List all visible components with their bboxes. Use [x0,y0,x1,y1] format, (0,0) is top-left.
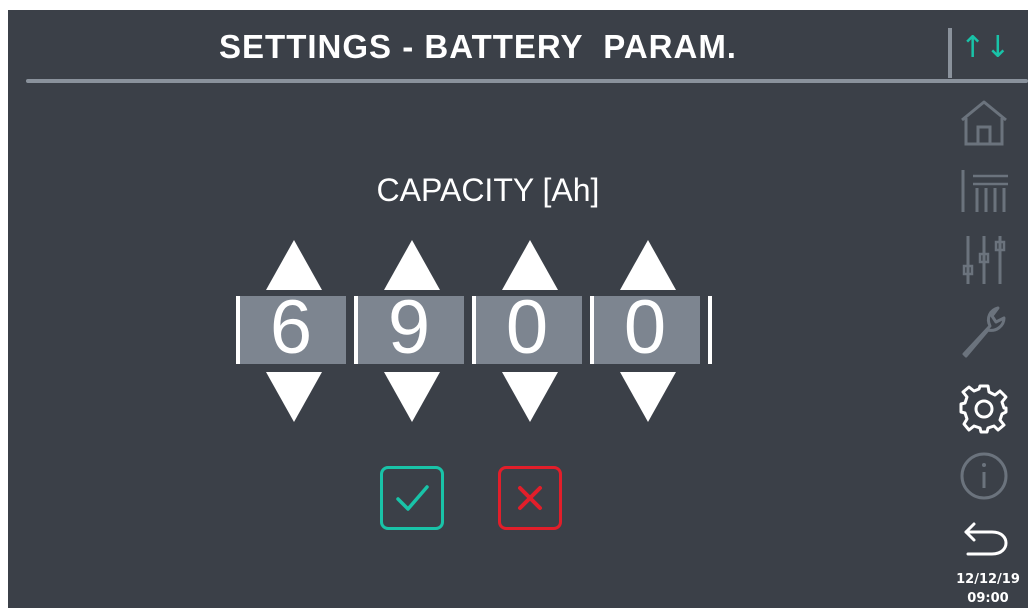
sidebar-item-info[interactable] [952,448,1016,504]
digit-column-4: 0 [590,238,700,423]
sliders-icon [962,236,1006,284]
digit-4-decrement-button[interactable] [620,372,676,422]
sidebar-item-measurements[interactable] [952,162,1016,218]
digit-1-value: 6 [269,285,313,370]
date-text: 12/12/19 [956,572,1020,587]
digit-2-increment-button[interactable] [384,240,440,290]
digit-2-value: 9 [387,285,431,370]
gear-icon [959,384,1008,434]
home-icon [961,100,1007,146]
info-icon [960,452,1008,500]
capacity-label: CAPACITY [Ah] [376,172,600,208]
sidebar-item-controls[interactable] [952,232,1016,288]
sort-toggle-button[interactable]: ↑↓ [944,24,1024,78]
digit-column-1: 6 [236,238,346,423]
digit-3-value: 0 [505,285,549,370]
digit-3-decrement-button[interactable] [502,372,558,422]
measurements-icon [961,170,1008,212]
sidebar-item-settings[interactable] [952,380,1016,436]
battery-settings-screen: SETTINGS - BATTERY PARAM. ↑↓ CAPACITY [A… [8,10,1028,608]
digit-1-increment-button[interactable] [266,240,322,290]
page-title: SETTINGS - BATTERY PARAM. [219,28,737,65]
datetime-display: 12/12/19 09:00 [948,570,1028,608]
up-down-arrows-icon: ↑↓ [960,30,1011,65]
back-icon [964,522,1008,556]
sidebar-item-back[interactable] [952,510,1016,566]
digit-4-increment-button[interactable] [620,240,676,290]
title-divider [26,79,1028,83]
digit-column-3: 0 [472,238,582,423]
digit-4-box[interactable]: 0 [590,285,700,370]
digit-3-box[interactable]: 0 [472,285,582,370]
digit-4-value: 0 [623,285,667,370]
sidebar-item-service[interactable] [952,304,1016,360]
digit-1-box[interactable]: 6 [236,285,346,370]
digit-end-separator [708,296,712,364]
digit-1-decrement-button[interactable] [266,372,322,422]
digit-column-2: 9 [354,238,464,423]
digit-2-decrement-button[interactable] [384,372,440,422]
sort-toggle-divider [948,28,952,78]
confirm-button[interactable] [380,466,444,530]
check-icon [396,485,429,511]
wrench-icon [962,306,1006,358]
digit-2-box[interactable]: 9 [354,285,464,370]
x-icon [518,486,542,510]
sidebar-item-home[interactable] [952,94,1016,150]
cancel-button[interactable] [498,466,562,530]
time-text: 09:00 [967,591,1009,606]
digit-3-increment-button[interactable] [502,240,558,290]
